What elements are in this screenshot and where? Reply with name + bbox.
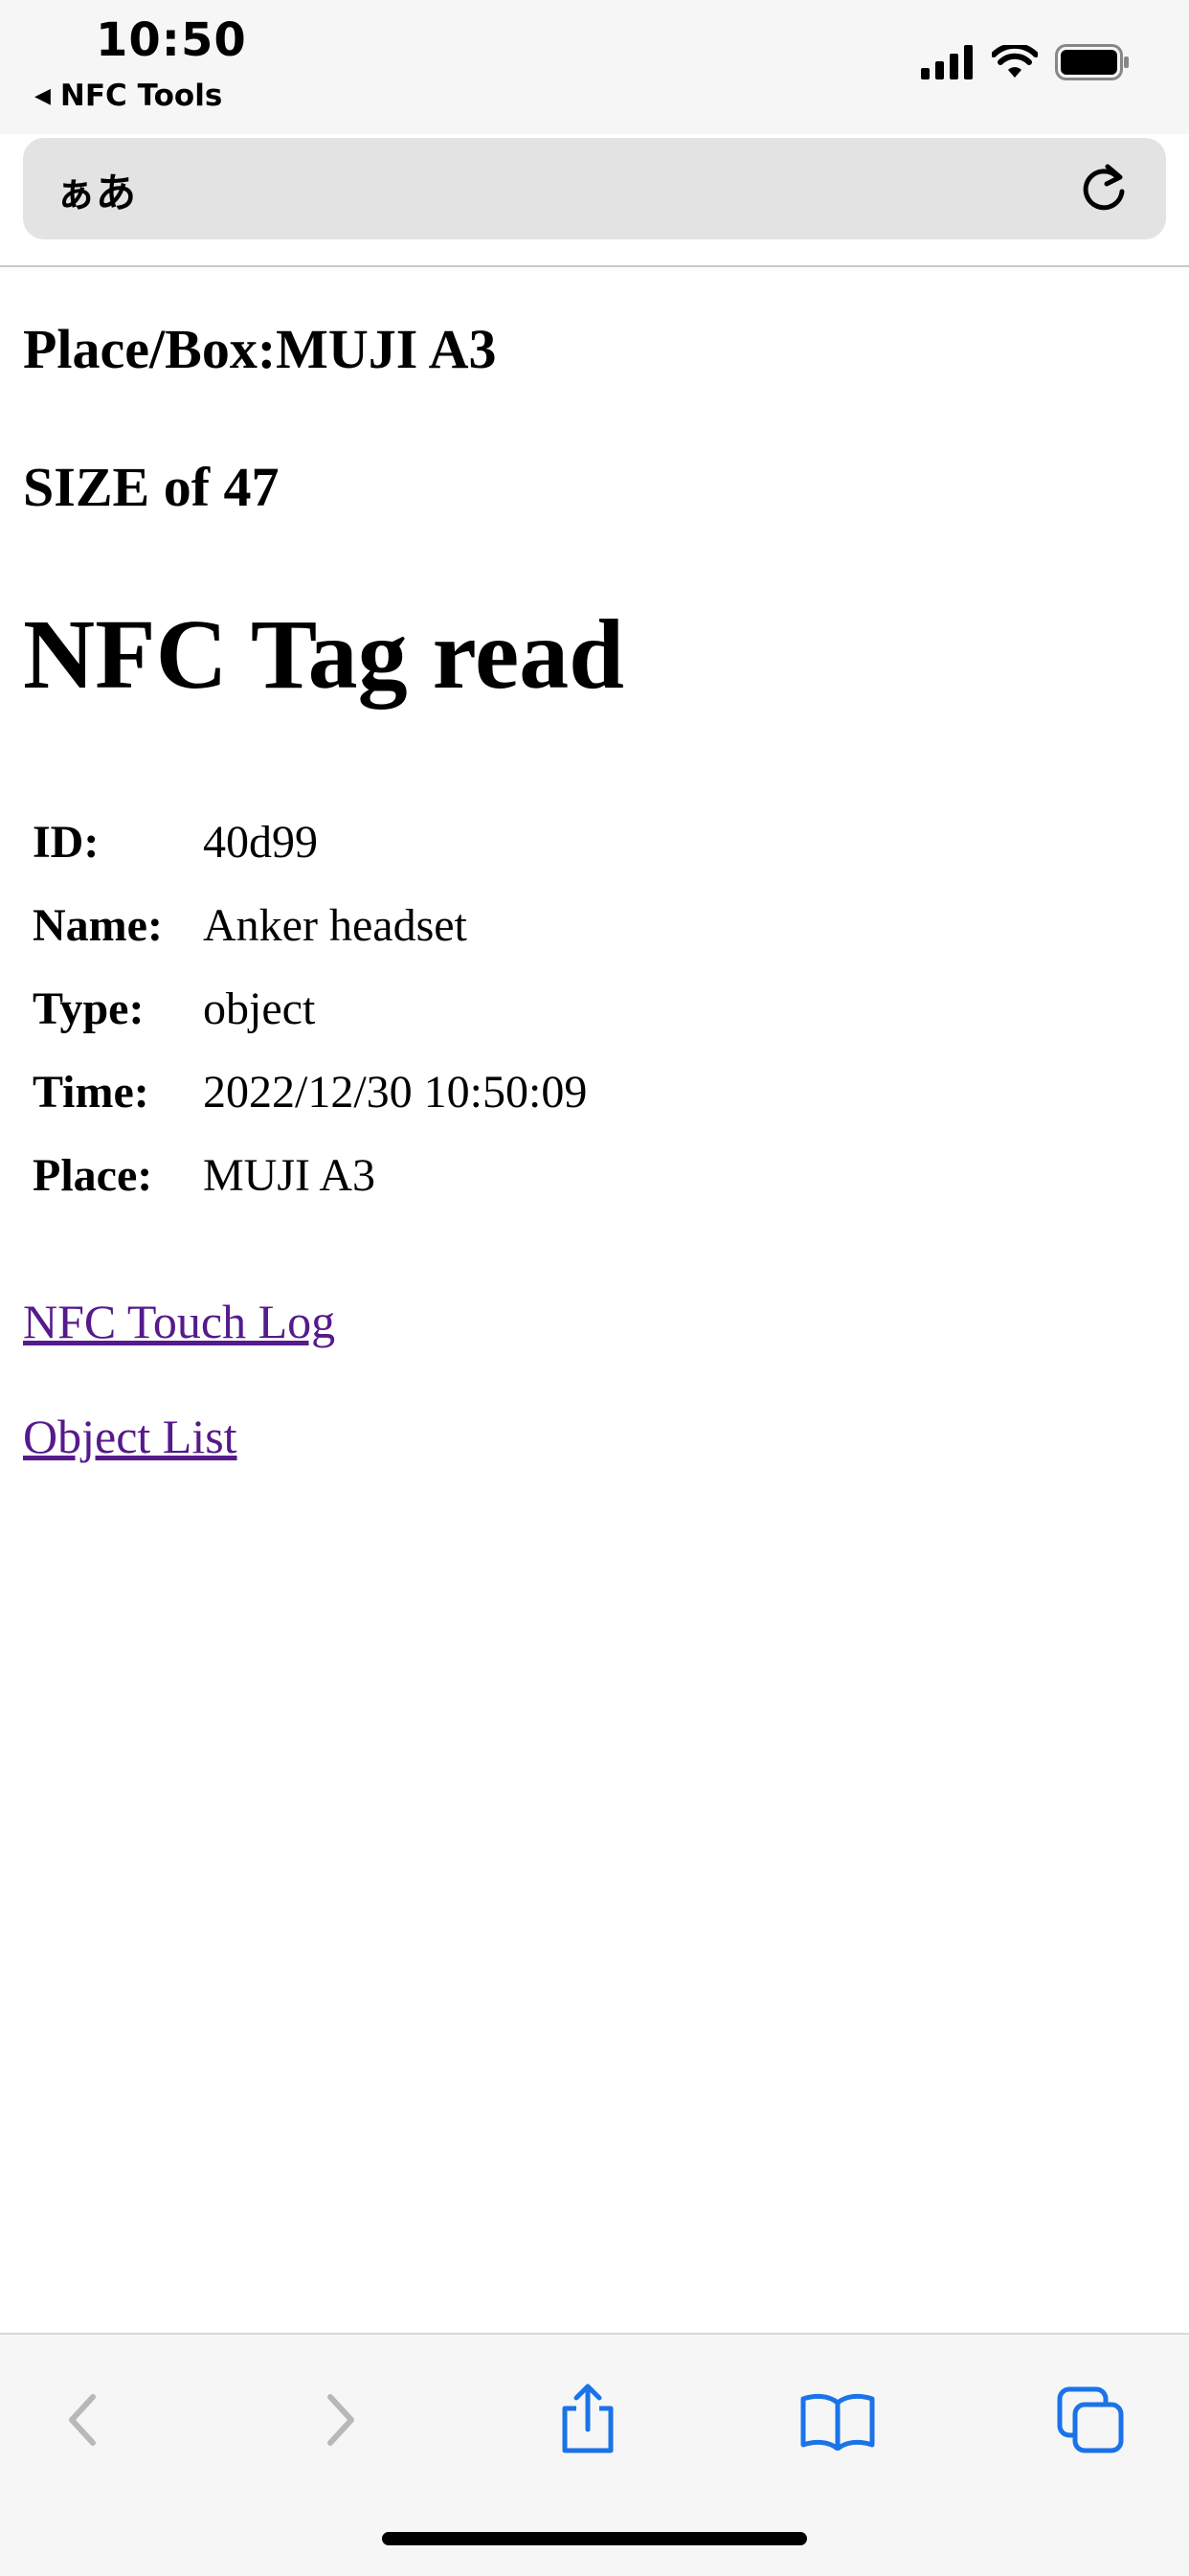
page-links: NFC Touch Log Object List bbox=[23, 1294, 1162, 1464]
bookmarks-button[interactable] bbox=[795, 2377, 881, 2463]
address-bar-divider bbox=[0, 265, 1189, 267]
page-title: NFC Tag read bbox=[23, 599, 624, 711]
nfc-touch-log-link[interactable]: NFC Touch Log bbox=[23, 1294, 1162, 1349]
page-content: Place/Box:MUJI A3 SIZE of 47 NFC Tag rea… bbox=[23, 316, 1162, 1464]
back-app-label: NFC Tools bbox=[59, 79, 223, 113]
info-label: ID: bbox=[33, 816, 100, 868]
info-value: Anker headset bbox=[203, 899, 467, 951]
info-label: Place: bbox=[33, 1149, 153, 1201]
info-value: object bbox=[203, 983, 316, 1034]
share-button[interactable] bbox=[545, 2377, 631, 2463]
home-indicator[interactable] bbox=[382, 2532, 807, 2545]
back-to-app-button[interactable]: ◀ NFC Tools bbox=[34, 79, 222, 113]
object-list-link[interactable]: Object List bbox=[23, 1409, 1162, 1464]
bookmarks-icon bbox=[800, 2393, 875, 2451]
status-bar: 10:50 ◀ NFC Tools bbox=[0, 0, 1189, 134]
tabs-icon bbox=[1057, 2386, 1124, 2453]
info-row-type: Type: object bbox=[23, 967, 596, 1051]
cellular-signal-icon bbox=[921, 45, 973, 79]
tag-info-table: ID: 40d99 Name: Anker headset Type: obje… bbox=[23, 801, 596, 1217]
address-bar[interactable]: ぁあ bbox=[23, 138, 1166, 239]
forward-icon bbox=[327, 2394, 354, 2446]
info-row-name: Name: Anker headset bbox=[23, 884, 596, 967]
info-label: Name: bbox=[33, 899, 163, 951]
info-row-time: Time: 2022/12/30 10:50:09 bbox=[23, 1051, 596, 1134]
back-icon bbox=[69, 2394, 96, 2446]
info-value: 40d99 bbox=[203, 816, 318, 868]
place-box-heading: Place/Box:MUJI A3 bbox=[23, 318, 497, 380]
back-arrow-icon: ◀ bbox=[34, 83, 51, 108]
info-value: 2022/12/30 10:50:09 bbox=[203, 1066, 588, 1118]
info-value: MUJI A3 bbox=[203, 1149, 376, 1201]
share-icon bbox=[562, 2384, 614, 2453]
info-label: Type: bbox=[33, 983, 145, 1034]
battery-icon bbox=[1055, 44, 1129, 80]
info-label: Time: bbox=[33, 1066, 149, 1118]
size-heading: SIZE of 47 bbox=[23, 455, 280, 518]
text-size-button[interactable]: ぁあ bbox=[56, 161, 136, 219]
tabs-button[interactable] bbox=[1047, 2377, 1133, 2463]
info-row-id: ID: 40d99 bbox=[23, 801, 596, 884]
status-icons bbox=[921, 44, 1130, 80]
status-time: 10:50 bbox=[96, 13, 247, 67]
forward-button[interactable] bbox=[297, 2377, 383, 2463]
info-row-place: Place: MUJI A3 bbox=[23, 1134, 596, 1217]
reload-icon[interactable] bbox=[1076, 161, 1132, 216]
wifi-icon bbox=[992, 45, 1038, 78]
back-button[interactable] bbox=[40, 2377, 126, 2463]
